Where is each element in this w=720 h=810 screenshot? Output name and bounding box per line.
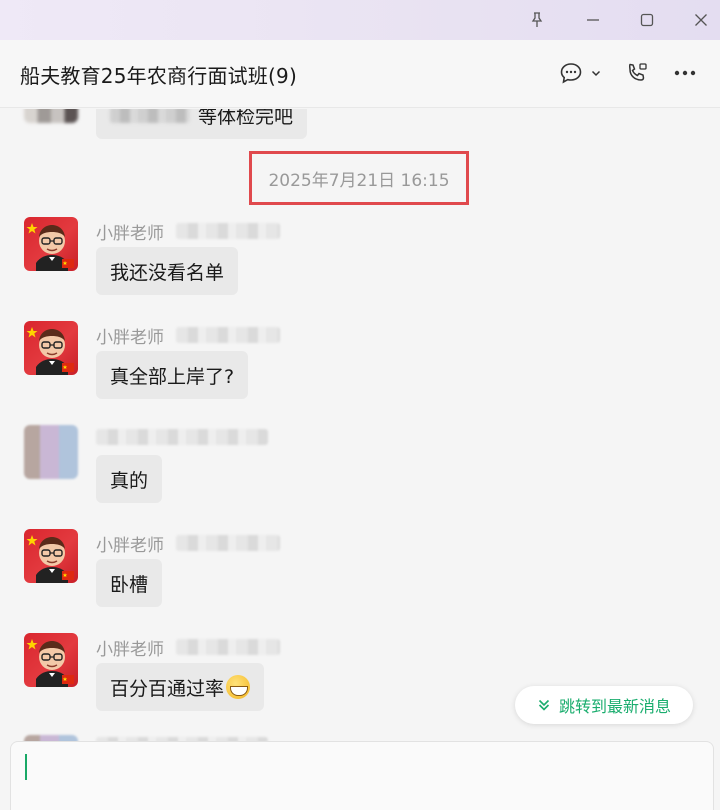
message-text: 百分百通过率 [110,677,225,700]
blurred-sender-info [176,327,280,343]
close-icon [695,14,707,26]
message-bubble[interactable]: 卧槽 [96,559,163,607]
message-text: 真的 [110,469,149,492]
jump-to-latest-button[interactable]: 跳转到最新消息 [515,686,693,724]
minimize-icon [587,19,599,21]
blurred-sender-info [176,535,280,551]
message-bubble[interactable]: 我还没看名单 [96,247,239,295]
avatar[interactable] [24,529,78,583]
chat-header: 船夫教育25年农商行面试班(9) [0,40,720,108]
message-bubble[interactable]: 真全部上岸了? [96,351,249,399]
avatar[interactable] [24,633,78,687]
timestamp: 2025年7月21日 16:15 [268,170,450,191]
message-bubble[interactable]: 等体检完吧 [96,109,308,139]
blurred-sender-info [96,429,268,445]
cartoon-avatar-icon [26,223,74,271]
sender-name: 小胖老师 [96,224,164,244]
sender-name: 小胖老师 [96,328,164,348]
chat-bubble-icon [560,63,582,84]
avatar[interactable] [24,217,78,271]
blurred-sender-info [176,639,280,655]
message-input-area[interactable] [10,741,714,810]
cartoon-avatar-icon [26,639,74,687]
sender-name: 小胖老师 [96,640,164,660]
title-bar [0,0,720,40]
pin-button[interactable] [510,0,564,40]
chat-options-button[interactable] [556,58,586,88]
chevron-down-icon [591,70,601,77]
text-caret [25,754,27,780]
chat-title: 船夫教育25年农商行面试班(9) [20,64,297,88]
avatar[interactable] [24,321,78,375]
cartoon-avatar-icon [26,535,74,583]
more-button[interactable] [670,58,700,88]
double-chevron-down-icon [537,698,551,712]
message-text: 卧槽 [110,573,149,596]
cartoon-avatar-icon [26,327,74,375]
sender-name: 小胖老师 [96,536,164,556]
maximize-button[interactable] [620,0,674,40]
timestamp-highlight: 2025年7月21日 16:15 [249,151,469,205]
avatar[interactable] [24,109,78,123]
close-button[interactable] [674,0,720,40]
message-text: 我还没看名单 [110,261,225,284]
blurred-sender-info [176,223,280,239]
blurred-text [110,109,190,123]
minimize-button[interactable] [566,0,620,40]
message-bubble[interactable]: 真的 [96,455,163,503]
grinning-emoji-icon [226,675,251,699]
chat-options-dropdown[interactable] [588,58,604,88]
message-input[interactable] [31,750,701,790]
more-icon [674,70,696,76]
call-button[interactable] [622,58,652,88]
message-text: 真全部上岸了? [110,365,235,388]
message-text: 等体检完吧 [198,109,294,128]
jump-to-latest-label: 跳转到最新消息 [558,697,671,716]
maximize-icon [640,13,654,27]
avatar[interactable] [24,425,78,479]
video-call-icon [628,63,647,81]
pin-icon [531,12,543,27]
message-list[interactable]: 等体检完吧 2025年7月21日 16:15 小胖老师 我还没看名单 小胖老师 … [0,109,720,741]
message-bubble[interactable]: 百分百通过率 [96,663,265,711]
